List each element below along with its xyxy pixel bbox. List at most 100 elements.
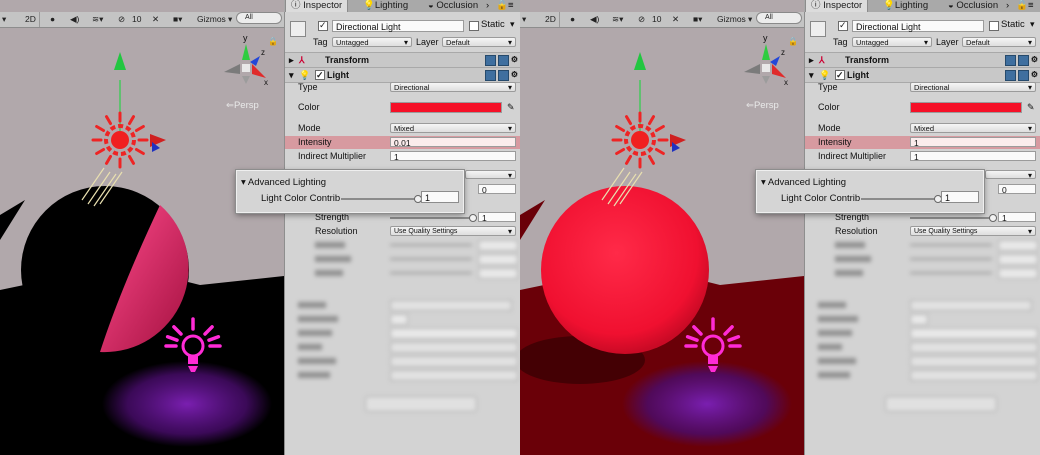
mode-2d-button[interactable]: 2D [542, 12, 560, 27]
effects-icon[interactable]: ≋▾ [92, 12, 103, 27]
light-enabled-checkbox[interactable] [315, 68, 325, 82]
layer-dropdown[interactable]: Default [962, 37, 1036, 48]
mode-2d-button[interactable]: 2D [22, 12, 40, 27]
help-icon[interactable] [1004, 70, 1016, 81]
active-checkbox[interactable] [318, 19, 328, 32]
scene-view[interactable]: y z x 🔒 ⇐Persp ▾ 2D ● ◀) ≋▾ ⊘ 10 ✕ ■▾ Gizmo… [0, 0, 284, 455]
preset-icon[interactable] [1017, 70, 1029, 81]
object-name-input[interactable]: Directional Light [332, 20, 464, 32]
strength-slider-track[interactable] [390, 217, 472, 219]
mode-dropdown[interactable]: Mixed [390, 123, 516, 134]
eyedropper-icon[interactable]: ✎ [1027, 101, 1035, 114]
transform-component-header[interactable]: ▸ ⅄ Transform ⚙ [285, 52, 520, 68]
preset-icon[interactable] [497, 70, 509, 81]
tools-icon[interactable]: ✕ [672, 12, 679, 27]
static-checkbox[interactable] [469, 21, 479, 31]
lock-icon[interactable]: 🔒 [496, 0, 508, 12]
chevron-right-icon[interactable]: › [486, 0, 489, 12]
shading-dropdown-icon[interactable]: ▾ [2, 12, 6, 27]
help-icon[interactable] [484, 70, 496, 81]
help-icon[interactable] [1004, 55, 1016, 66]
strength-slider-track[interactable] [910, 217, 992, 219]
foldout-arrow-icon[interactable]: ▸ [809, 53, 814, 67]
shadow-value-input[interactable]: 0 [478, 184, 516, 195]
type-dropdown[interactable]: Directional [910, 82, 1036, 93]
scene-view[interactable]: y z x 🔒 ⇐Persp ▾ 2D ● ◀) ≋▾ ⊘ 10 ✕ ■▾ Gizmo… [520, 0, 804, 455]
scene-search-input[interactable]: All [756, 12, 802, 24]
tab-lighting[interactable]: 💡Lighting [878, 0, 933, 12]
resolution-dropdown[interactable]: Use Quality Settings [390, 226, 516, 237]
shadow-value-input[interactable]: 0 [998, 184, 1036, 195]
advanced-lighting-title[interactable]: ▾ Advanced Lighting [761, 177, 846, 188]
intensity-input[interactable]: 1 [910, 137, 1036, 148]
layer-dropdown[interactable]: Default [442, 37, 516, 48]
menu-icon[interactable]: ≡ [1028, 0, 1034, 12]
type-dropdown[interactable]: Directional [390, 82, 516, 93]
transform-component-header[interactable]: ▸ ⅄ Transform ⚙ [805, 52, 1040, 68]
object-name-input[interactable]: Directional Light [852, 20, 984, 32]
gear-icon[interactable]: ⚙ [1031, 55, 1038, 64]
strength-slider-knob[interactable] [469, 214, 477, 222]
chevron-right-icon[interactable]: › [1006, 0, 1009, 12]
strength-input[interactable]: 1 [998, 212, 1036, 223]
scene-lighting-icon[interactable]: ● [570, 12, 575, 27]
persp-label[interactable]: ⇐Persp [226, 100, 259, 111]
shadow-type-dropdown[interactable] [465, 170, 516, 181]
audio-icon[interactable]: ◀) [70, 12, 79, 27]
mode-dropdown[interactable]: Mixed [910, 123, 1036, 134]
chevron-down-icon[interactable]: ▾ [748, 12, 752, 27]
hidden-objects-icon[interactable]: ⊘ [118, 12, 125, 27]
lock-icon[interactable]: 🔒 [1016, 0, 1028, 12]
indirect-input[interactable]: 1 [910, 151, 1036, 162]
tab-inspector[interactable]: ⓘ Inspector [805, 0, 869, 12]
static-checkbox[interactable] [989, 21, 999, 31]
contrib-slider-track[interactable] [861, 198, 937, 200]
tools-icon[interactable]: ✕ [152, 12, 159, 27]
eyedropper-icon[interactable]: ✎ [507, 101, 515, 114]
scene-search-input[interactable]: All [236, 12, 282, 24]
contrib-slider-track[interactable] [341, 198, 417, 200]
static-dropdown-icon[interactable]: ▾ [1030, 18, 1035, 31]
camera-icon[interactable]: ■▾ [693, 12, 702, 27]
static-dropdown-icon[interactable]: ▾ [510, 18, 515, 31]
contrib-input[interactable]: 1 [421, 191, 459, 203]
preset-icon[interactable] [497, 55, 509, 66]
tab-occlusion[interactable]: ◒ Occlusion [423, 0, 483, 12]
gear-icon[interactable]: ⚙ [511, 70, 518, 79]
tag-dropdown[interactable]: Untagged [332, 37, 412, 48]
shadow-type-dropdown[interactable] [985, 170, 1036, 181]
light-enabled-checkbox[interactable] [835, 68, 845, 82]
gizmos-dropdown[interactable]: Gizmos [717, 12, 746, 27]
gear-icon[interactable]: ⚙ [1031, 70, 1038, 79]
color-swatch[interactable] [390, 102, 502, 113]
strength-input[interactable]: 1 [478, 212, 516, 223]
audio-icon[interactable]: ◀) [590, 12, 599, 27]
foldout-arrow-down-icon[interactable]: ▾ [289, 68, 294, 82]
foldout-arrow-icon[interactable]: ▸ [289, 53, 294, 67]
persp-label[interactable]: ⇐Persp [746, 100, 779, 111]
tab-inspector[interactable]: ⓘ Inspector [285, 0, 349, 12]
advanced-lighting-title[interactable]: ▾ Advanced Lighting [241, 177, 326, 188]
help-icon[interactable] [484, 55, 496, 66]
camera-icon[interactable]: ■▾ [173, 12, 182, 27]
chevron-down-icon[interactable]: ▾ [228, 12, 232, 27]
tab-lighting[interactable]: 💡Lighting [358, 0, 413, 12]
tag-dropdown[interactable]: Untagged [852, 37, 932, 48]
effects-icon[interactable]: ≋▾ [612, 12, 623, 27]
active-checkbox[interactable] [838, 19, 848, 32]
color-swatch[interactable] [910, 102, 1022, 113]
tab-occlusion[interactable]: ◒ Occlusion [943, 0, 1003, 12]
menu-icon[interactable]: ≡ [508, 0, 514, 12]
preset-icon[interactable] [1017, 55, 1029, 66]
strength-slider-knob[interactable] [989, 214, 997, 222]
resolution-dropdown[interactable]: Use Quality Settings [910, 226, 1036, 237]
contrib-input[interactable]: 1 [941, 191, 979, 203]
gizmos-dropdown[interactable]: Gizmos [197, 12, 226, 27]
shading-dropdown-icon[interactable]: ▾ [522, 12, 526, 27]
gear-icon[interactable]: ⚙ [511, 55, 518, 64]
indirect-input[interactable]: 1 [390, 151, 516, 162]
scene-lighting-icon[interactable]: ● [50, 12, 55, 27]
intensity-input[interactable]: 0.01 [390, 137, 516, 148]
foldout-arrow-down-icon[interactable]: ▾ [809, 68, 814, 82]
hidden-objects-icon[interactable]: ⊘ [638, 12, 645, 27]
